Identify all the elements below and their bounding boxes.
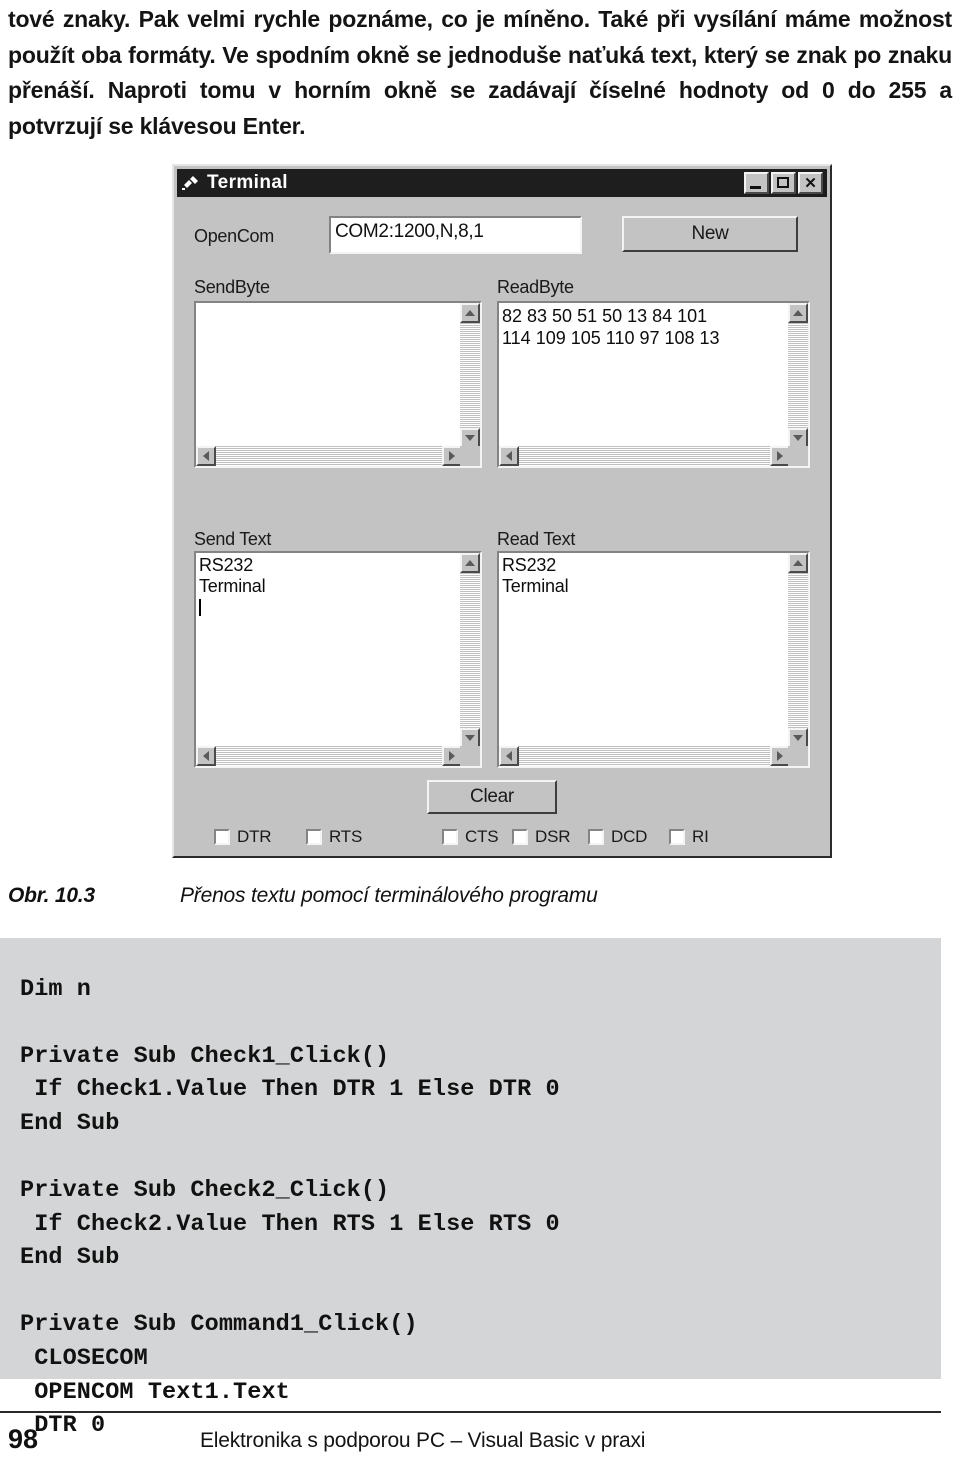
close-button[interactable]: ✕ [798, 172, 823, 194]
sendtext-textarea[interactable]: RS232 Terminal [194, 551, 482, 768]
sendbyte-value [199, 305, 458, 444]
text-caret [199, 599, 201, 616]
new-button[interactable]: New [622, 216, 798, 252]
checkbox-box-icon[interactable] [588, 829, 604, 845]
checkbox-ri[interactable]: RI [669, 827, 709, 847]
minimize-icon [750, 186, 761, 189]
figure-caption-text: Přenos textu pomocí terminálového progra… [180, 884, 598, 907]
figure-caption: Obr. 10.3 Přenos textu pomocí terminálové… [8, 884, 908, 908]
terminal-plug-icon [182, 175, 200, 191]
checkbox-label: CTS [465, 827, 499, 846]
checkbox-dsr[interactable]: DSR [512, 827, 570, 847]
scroll-right-arrow-icon[interactable] [770, 446, 790, 466]
checkbox-box-icon[interactable] [669, 829, 685, 845]
checkbox-rts[interactable]: RTS [306, 827, 362, 847]
scrollbar-corner [788, 746, 808, 766]
code-block: Dim n Private Sub Check1_Click() If Chec… [0, 938, 941, 1439]
opencom-label: OpenCom [194, 226, 274, 246]
checkbox-box-icon[interactable] [512, 829, 528, 845]
readbyte-horizontal-scrollbar[interactable] [499, 446, 790, 466]
sendtext-value: RS232 Terminal [199, 555, 458, 744]
checkbox-box-icon[interactable] [306, 829, 322, 845]
scroll-right-arrow-icon[interactable] [770, 746, 790, 766]
readbyte-vertical-scrollbar[interactable] [788, 303, 808, 448]
readtext-value: RS232 Terminal [502, 555, 569, 596]
maximize-button[interactable] [771, 172, 796, 194]
checkbox-box-icon[interactable] [214, 829, 230, 845]
opencom-input[interactable]: COM2:1200,N,8,1 [329, 216, 582, 254]
sendtext-vertical-scrollbar[interactable] [460, 553, 480, 748]
checkbox-label: DCD [611, 827, 648, 846]
checkbox-dcd[interactable]: DCD [588, 827, 647, 847]
scroll-right-arrow-icon[interactable] [442, 746, 462, 766]
terminal-window: Terminal ✕ OpenCom COM2:1200,N,8,1 New S… [172, 164, 832, 858]
scroll-left-arrow-icon[interactable] [499, 746, 519, 766]
sendbyte-horizontal-scrollbar[interactable] [196, 446, 462, 466]
scroll-up-arrow-icon[interactable] [460, 303, 480, 323]
clear-button[interactable]: Clear [427, 780, 557, 814]
footer-divider [0, 1411, 941, 1413]
page-number: 98 [8, 1424, 39, 1454]
close-icon: ✕ [804, 174, 817, 192]
page-body-paragraph: tové znaky. Pak velmi rychle poznáme, co… [8, 6, 952, 139]
scroll-left-arrow-icon[interactable] [499, 446, 519, 466]
scrollbar-corner [460, 446, 480, 466]
scroll-right-arrow-icon[interactable] [442, 446, 462, 466]
checkbox-label: RTS [329, 827, 363, 846]
figure-number: Obr. 10.3 [8, 884, 95, 907]
checkbox-label: DSR [535, 827, 571, 846]
window-title: Terminal [207, 172, 288, 193]
scroll-up-arrow-icon[interactable] [788, 303, 808, 323]
checkbox-dtr[interactable]: DTR [214, 827, 272, 847]
scrollbar-corner [460, 746, 480, 766]
scroll-down-arrow-icon[interactable] [788, 728, 808, 748]
sendbyte-vertical-scrollbar[interactable] [460, 303, 480, 448]
sendtext-horizontal-scrollbar[interactable] [196, 746, 462, 766]
readtext-label: Read Text [497, 529, 576, 549]
scroll-down-arrow-icon[interactable] [460, 728, 480, 748]
readbyte-value: 82 83 50 51 50 13 84 101 114 109 105 110… [502, 306, 720, 348]
window-titlebar[interactable]: Terminal ✕ [177, 169, 827, 197]
readtext-vertical-scrollbar[interactable] [788, 553, 808, 748]
checkbox-label: DTR [237, 827, 272, 846]
checkbox-box-icon[interactable] [442, 829, 458, 845]
checkbox-cts[interactable]: CTS [442, 827, 499, 847]
readbyte-textarea[interactable]: 82 83 50 51 50 13 84 101 114 109 105 110… [497, 301, 810, 468]
maximize-icon [777, 177, 789, 188]
sendbyte-textarea[interactable] [194, 301, 482, 468]
scroll-down-arrow-icon[interactable] [788, 428, 808, 448]
titlebar-button-group: ✕ [744, 172, 825, 194]
scroll-up-arrow-icon[interactable] [788, 553, 808, 573]
scroll-left-arrow-icon[interactable] [196, 446, 216, 466]
minimize-button[interactable] [744, 172, 769, 194]
scrollbar-corner [788, 446, 808, 466]
readtext-textarea[interactable]: RS232 Terminal [497, 551, 810, 768]
sendtext-text: RS232 Terminal [199, 555, 266, 596]
sendbyte-label: SendByte [194, 277, 270, 297]
footer-book-title: Elektronika s podporou PC – Visual Basic… [200, 1429, 646, 1452]
readbyte-label: ReadByte [497, 277, 574, 297]
sendtext-label: Send Text [194, 529, 272, 549]
code-listing: Dim n Private Sub Check1_Click() If Chec… [20, 975, 560, 1440]
scroll-up-arrow-icon[interactable] [460, 553, 480, 573]
scroll-down-arrow-icon[interactable] [460, 428, 480, 448]
scroll-left-arrow-icon[interactable] [196, 746, 216, 766]
readtext-horizontal-scrollbar[interactable] [499, 746, 790, 766]
checkbox-label: RI [692, 827, 709, 846]
